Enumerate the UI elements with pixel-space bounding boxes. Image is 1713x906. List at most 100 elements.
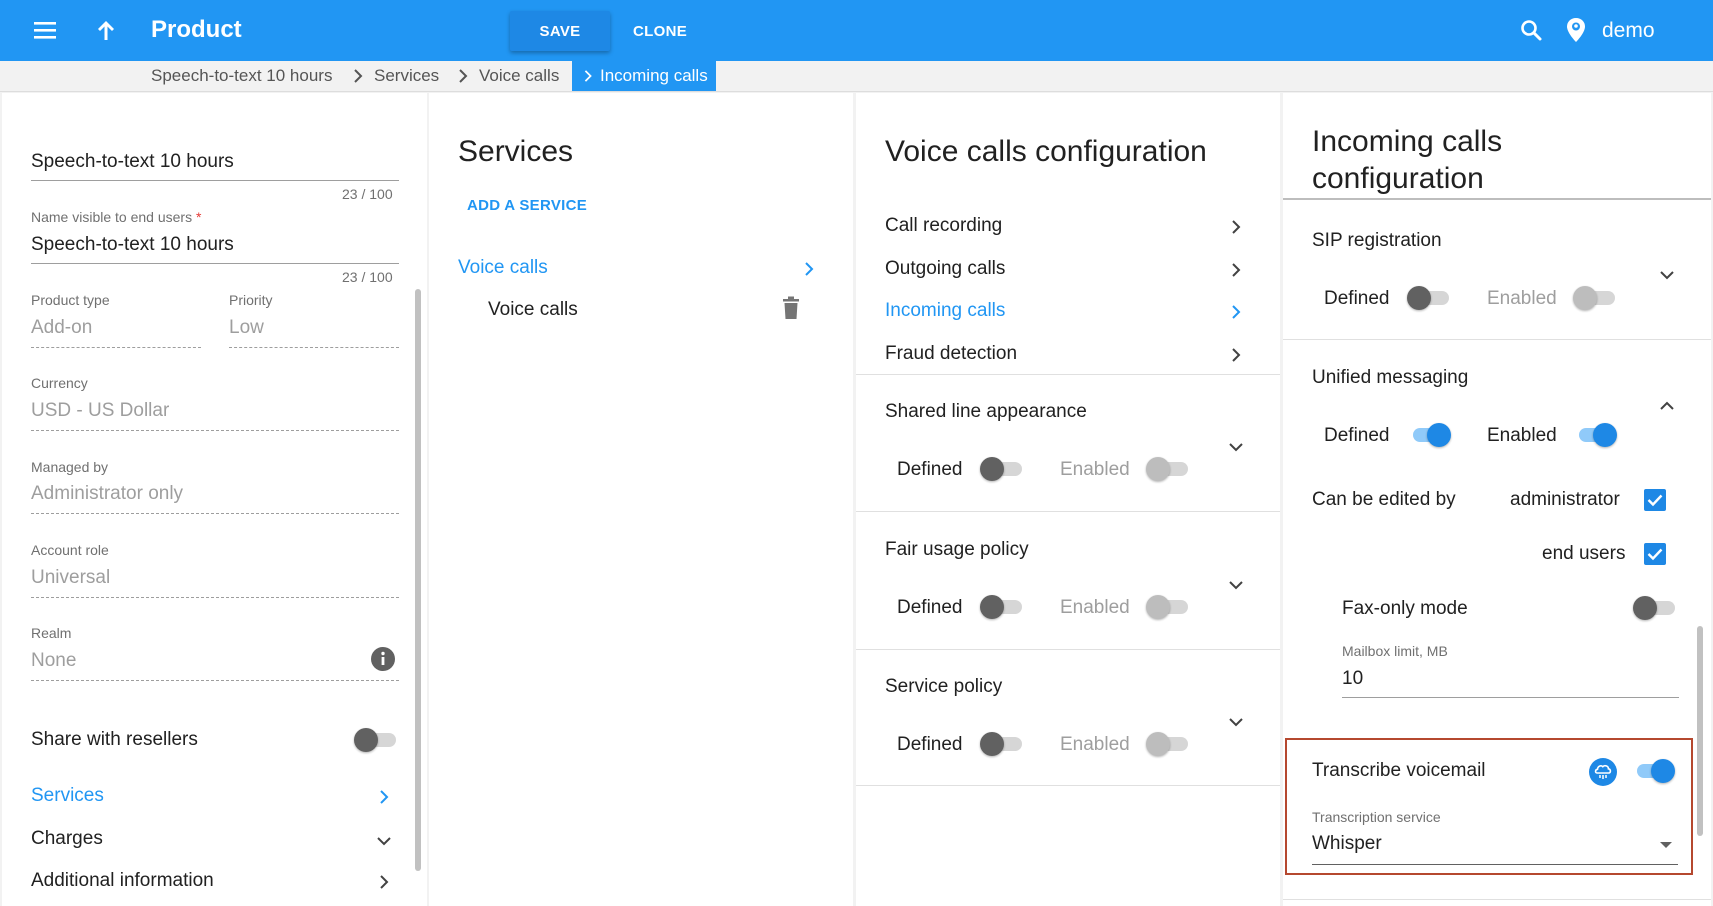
services-panel: Services ADD A SERVICE Voice calls Voice… <box>429 93 853 906</box>
product-type-label: Product type <box>31 292 110 308</box>
nav-services[interactable]: Services <box>31 785 104 807</box>
trash-icon[interactable] <box>781 296 801 320</box>
enabled-toggle <box>1146 732 1190 756</box>
chevron-right-icon <box>1232 348 1241 362</box>
share-with-resellers-label: Share with resellers <box>31 729 198 750</box>
name-field[interactable]: Speech-to-text 10 hours <box>31 151 234 173</box>
managed-by-label: Managed by <box>31 459 109 475</box>
fax-only-mode-toggle[interactable] <box>1633 596 1677 620</box>
product-panel: Speech-to-text 10 hours 23 / 100 Name vi… <box>2 93 427 906</box>
end-users-label: end users <box>1542 543 1626 564</box>
section-shared-line-appearance[interactable]: Shared line appearance <box>885 401 1087 423</box>
location-pin-icon[interactable] <box>1560 14 1592 46</box>
menu-incoming-calls[interactable]: Incoming calls <box>885 300 1005 322</box>
visible-name-field[interactable]: Speech-to-text 10 hours <box>31 234 234 256</box>
search-icon[interactable] <box>1515 14 1547 46</box>
mailbox-limit-label: Mailbox limit, MB <box>1342 643 1448 659</box>
defined-label: Defined <box>897 597 963 618</box>
chevron-right-icon <box>805 262 814 276</box>
top-app-bar: Product SAVE CLONE demo <box>0 0 1713 61</box>
menu-icon[interactable] <box>30 14 62 46</box>
enabled-label: Enabled <box>1060 734 1130 755</box>
defined-label: Defined <box>897 734 963 755</box>
info-icon[interactable] <box>370 646 396 672</box>
um-enabled-toggle[interactable] <box>1573 423 1617 447</box>
chevron-down-icon[interactable] <box>1659 267 1675 283</box>
chevron-right-icon <box>380 875 389 889</box>
defined-toggle[interactable] <box>980 457 1024 481</box>
account-role-label: Account role <box>31 542 109 558</box>
administrator-checkbox[interactable] <box>1644 489 1666 511</box>
chevron-down-icon <box>377 837 391 846</box>
scrollbar[interactable] <box>1697 626 1703 836</box>
defined-toggle[interactable] <box>980 595 1024 619</box>
clone-button[interactable]: CLONE <box>620 11 700 51</box>
page-title: Product <box>151 16 242 43</box>
service-item-voice-calls[interactable]: Voice calls <box>488 299 578 321</box>
end-users-checkbox[interactable] <box>1644 543 1666 565</box>
services-title: Services <box>458 135 574 168</box>
priority-label: Priority <box>229 292 273 308</box>
arrow-up-icon[interactable] <box>90 14 122 46</box>
scrollbar[interactable] <box>415 289 421 871</box>
user-name[interactable]: demo <box>1602 19 1655 43</box>
section-service-policy[interactable]: Service policy <box>885 676 1002 698</box>
visible-name-label: Name visible to end users * <box>31 209 202 225</box>
voice-calls-title: Voice calls configuration <box>885 135 1207 168</box>
defined-label: Defined <box>1324 425 1390 446</box>
enabled-toggle <box>1146 595 1190 619</box>
mailbox-limit-field[interactable]: 10 <box>1342 668 1363 690</box>
chevron-down-icon[interactable] <box>1228 577 1244 593</box>
chevron-down-icon[interactable] <box>1228 714 1244 730</box>
chevron-right-icon <box>584 70 592 82</box>
currency-field: USD - US Dollar <box>31 400 170 421</box>
check-icon <box>1647 548 1663 561</box>
managed-by-field: Administrator only <box>31 483 184 504</box>
chevron-right-icon <box>354 69 363 83</box>
chevron-right-icon <box>380 790 389 804</box>
enabled-label: Enabled <box>1487 425 1557 446</box>
realm-field: None <box>31 650 77 671</box>
breadcrumb-item-voice-calls[interactable]: Voice calls <box>479 66 559 86</box>
can-be-edited-by-label: Can be edited by <box>1312 489 1456 510</box>
enabled-label: Enabled <box>1060 597 1130 618</box>
section-unified-messaging[interactable]: Unified messaging <box>1312 367 1468 389</box>
share-with-resellers-toggle[interactable] <box>354 728 398 752</box>
menu-outgoing-calls[interactable]: Outgoing calls <box>885 258 1005 280</box>
chevron-down-icon[interactable] <box>1228 439 1244 455</box>
enabled-label: Enabled <box>1060 459 1130 480</box>
check-icon <box>1647 494 1663 507</box>
highlight-frame <box>1285 738 1693 875</box>
chevron-up-icon[interactable] <box>1659 398 1675 414</box>
breadcrumb-item-active: Incoming calls <box>572 61 716 91</box>
sip-defined-toggle[interactable] <box>1407 286 1451 310</box>
administrator-label: administrator <box>1510 489 1620 510</box>
product-type-field: Add-on <box>31 317 93 338</box>
nav-additional-information[interactable]: Additional information <box>31 870 214 892</box>
defined-label: Defined <box>1324 288 1390 309</box>
voice-calls-panel: Voice calls configuration Call recording… <box>856 93 1280 906</box>
service-group-voice-calls[interactable]: Voice calls <box>458 257 548 279</box>
breadcrumb-item-services[interactable]: Services <box>374 66 439 86</box>
add-service-button[interactable]: ADD A SERVICE <box>467 197 587 214</box>
menu-fraud-detection[interactable]: Fraud detection <box>885 343 1017 365</box>
name-counter: 23 / 100 <box>342 186 393 202</box>
sip-enabled-toggle <box>1573 286 1617 310</box>
enabled-label: Enabled <box>1487 288 1557 309</box>
save-button[interactable]: SAVE <box>510 11 610 51</box>
chevron-right-icon <box>1232 305 1241 319</box>
um-defined-toggle[interactable] <box>1407 423 1451 447</box>
defined-toggle[interactable] <box>980 732 1024 756</box>
defined-label: Defined <box>897 459 963 480</box>
breadcrumb-item-product[interactable]: Speech-to-text 10 hours <box>151 66 332 86</box>
section-fair-usage-policy[interactable]: Fair usage policy <box>885 539 1029 561</box>
enabled-toggle <box>1146 457 1190 481</box>
fax-only-mode-label: Fax-only mode <box>1342 598 1468 619</box>
chevron-right-icon <box>1232 220 1241 234</box>
menu-call-recording[interactable]: Call recording <box>885 215 1002 237</box>
nav-charges[interactable]: Charges <box>31 828 103 850</box>
breadcrumb-active-label: Incoming calls <box>600 66 708 85</box>
priority-field: Low <box>229 317 264 338</box>
section-sip-registration[interactable]: SIP registration <box>1312 230 1442 252</box>
account-role-field: Universal <box>31 567 111 588</box>
